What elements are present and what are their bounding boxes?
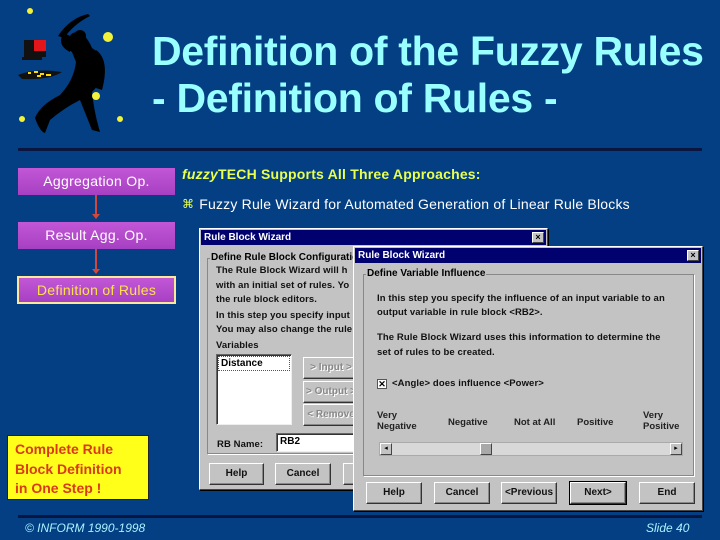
support-heading: fuzzyTECH Supports All Three Approaches:	[182, 166, 481, 182]
influence-text: output variable in rule block <RB2>.	[377, 307, 543, 318]
wizard-bullet-icon: ⌘	[182, 197, 195, 211]
influence-text: The Rule Block Wizard uses this informat…	[377, 332, 661, 343]
footer-divider	[18, 515, 702, 518]
influence-slider[interactable]: ◂ ▸	[379, 442, 683, 456]
group-title: Define Rule Block Configuratio	[210, 252, 360, 263]
flow-arrow-2	[92, 249, 100, 274]
dancing-figure-logo	[18, 8, 123, 133]
config-text-line: the rule block editors.	[216, 294, 318, 305]
influence-text: set of rules to be created.	[377, 347, 495, 358]
influence-checkbox-label[interactable]: <Angle> does influence <Power>	[392, 378, 544, 389]
title-divider	[18, 148, 702, 151]
rule-block-wizard-influence-dialog: Rule Block Wizard × Define Variable Infl…	[353, 246, 703, 511]
flow-arrow-1	[92, 195, 100, 219]
previous-button[interactable]: <Previous	[501, 482, 557, 504]
bullet-text: Fuzzy Rule Wizard for Automated Generati…	[199, 196, 630, 212]
list-item[interactable]: Distance	[218, 356, 290, 371]
config-text-line: The Rule Block Wizard will h	[216, 265, 348, 276]
computer-icon	[18, 40, 62, 80]
cancel-button[interactable]: Cancel	[275, 463, 331, 485]
output-button[interactable]: > Output >	[303, 381, 359, 403]
dialog-titlebar: Rule Block Wizard ×	[201, 230, 546, 245]
end-button[interactable]: End	[639, 482, 695, 504]
remove-button[interactable]: < Remove	[303, 404, 359, 426]
influence-text: In this step you specify the influence o…	[377, 293, 665, 304]
close-icon[interactable]: ×	[532, 232, 544, 243]
cancel-button[interactable]: Cancel	[434, 482, 490, 504]
callout-line: in One Step !	[15, 480, 102, 496]
scale-label-very-negative: Very Negative	[377, 410, 417, 432]
dialog-title: Rule Block Wizard	[204, 232, 292, 243]
scale-label-very-positive: Very Positive	[643, 410, 679, 432]
rb-name-input[interactable]: RB2	[276, 433, 356, 452]
support-heading-text: TECH Supports All Three Approaches:	[218, 166, 481, 182]
help-button[interactable]: Help	[366, 482, 422, 504]
scale-label-not-at-all: Not at All	[514, 417, 556, 428]
scale-label-text: Very	[377, 410, 398, 421]
variables-label: Variables	[216, 340, 259, 351]
title-line-2: - Definition of Rules -	[152, 75, 558, 121]
config-text-line: with an initial set of rules. Yo	[216, 280, 350, 291]
slide-number: Slide 40	[646, 521, 690, 535]
scale-label-negative: Negative	[448, 417, 488, 428]
slider-left-arrow-icon[interactable]: ◂	[380, 443, 392, 455]
scale-label-positive: Positive	[577, 417, 614, 428]
brand-fuzzy: fuzzy	[182, 166, 218, 182]
influence-checkbox[interactable]: ✕	[377, 379, 387, 389]
config-text-line: You may also change the rule	[216, 324, 353, 335]
scale-label-text: Negative	[377, 421, 417, 432]
bullet-item: ⌘ Fuzzy Rule Wizard for Automated Genera…	[182, 196, 630, 212]
copyright-text: © INFORM 1990-1998	[25, 521, 146, 535]
config-text-line: In this step you specify input	[216, 310, 350, 321]
variables-listbox[interactable]: Distance	[216, 354, 292, 425]
scale-label-text: Positive	[643, 421, 680, 432]
callout-line: Block Definition	[15, 460, 122, 477]
rb-name-label: RB Name:	[217, 439, 264, 450]
slider-right-arrow-icon[interactable]: ▸	[670, 443, 682, 455]
group-title: Define Variable Influence	[366, 268, 487, 279]
slide-title: Definition of the Fuzzy Rules - Definiti…	[152, 28, 704, 122]
scale-label-text: Very	[643, 410, 664, 421]
title-line-1: Definition of the Fuzzy Rules	[152, 28, 704, 74]
dialog-title: Rule Block Wizard	[358, 250, 446, 261]
flow-step-result-agg: Result Agg. Op.	[18, 222, 175, 249]
callout-line: Complete Rule	[15, 441, 114, 457]
close-icon[interactable]: ×	[687, 250, 699, 261]
input-button[interactable]: > Input >	[303, 357, 359, 379]
flow-step-definition-of-rules: Definition of Rules	[17, 276, 176, 304]
callout-box: Complete Rule Block Definition in One St…	[7, 435, 149, 500]
slider-thumb[interactable]	[479, 443, 492, 455]
help-button[interactable]: Help	[209, 463, 264, 485]
next-button[interactable]: Next>	[569, 481, 627, 505]
flow-step-aggregation: Aggregation Op.	[18, 168, 175, 195]
dialog-titlebar: Rule Block Wizard ×	[355, 248, 701, 263]
